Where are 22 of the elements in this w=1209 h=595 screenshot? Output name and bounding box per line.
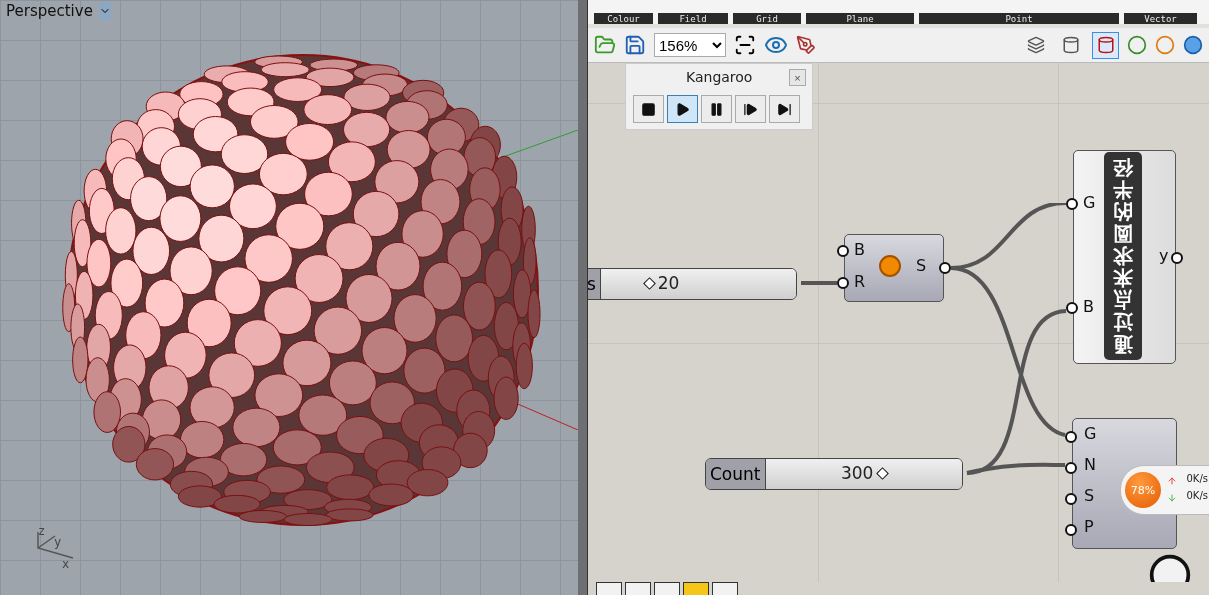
slider-label: Count xyxy=(706,459,766,489)
port-label: B xyxy=(854,240,865,259)
port-label: R xyxy=(854,272,866,291)
panel-title: Kangaroo xyxy=(686,69,753,85)
usage-percent: 78% xyxy=(1125,472,1161,508)
port-label: S xyxy=(1084,486,1095,505)
port-label: B xyxy=(1083,297,1094,316)
port-label: G xyxy=(1084,424,1097,443)
port-label: P xyxy=(1084,517,1094,536)
port-label: S xyxy=(916,256,927,275)
port-label: G xyxy=(1083,193,1096,212)
download-speed: 0K/s xyxy=(1186,490,1208,501)
port-label: y xyxy=(1159,246,1169,265)
axis-label: x xyxy=(62,557,70,571)
port-label: N xyxy=(1084,455,1096,474)
axis-label: y xyxy=(54,535,62,549)
slider-value: 300 xyxy=(840,463,874,483)
cluster-title: 通过点来求圆的半径 xyxy=(1113,157,1133,355)
axis-label: z xyxy=(38,524,46,538)
slider-label: s xyxy=(588,269,601,299)
slider-value: 20 xyxy=(657,273,680,293)
upload-speed: 0K/s xyxy=(1186,473,1208,484)
